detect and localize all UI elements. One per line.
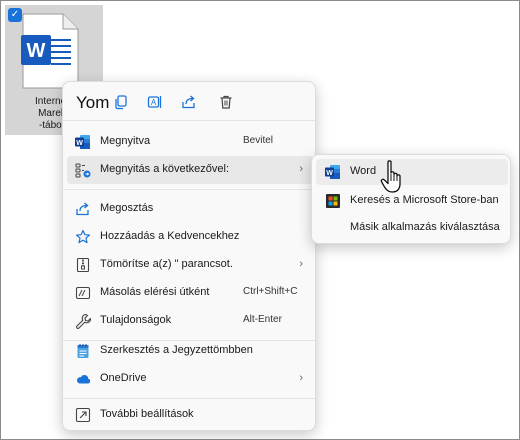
menu-item-open[interactable]: W Megnyitva Bevitel (67, 128, 313, 156)
menu-item-label: További beállítások (100, 408, 194, 420)
chevron-right-icon: › (299, 163, 303, 175)
menu-item-onedrive[interactable]: OneDrive › (67, 365, 313, 393)
checkbox-checked-icon[interactable]: ✓ (8, 8, 22, 22)
star-icon (75, 229, 91, 244)
submenu-item-choose-app[interactable]: Másik alkalmazás kiválasztása (316, 215, 508, 241)
notepad-icon (77, 344, 89, 358)
svg-text:W: W (27, 40, 46, 62)
menu-item-label: Megnyitás a következővel: (100, 163, 230, 175)
hand-cursor-icon (380, 160, 401, 193)
svg-text:W: W (326, 170, 333, 177)
svg-text:A: A (151, 98, 157, 107)
menu-item-properties[interactable]: Tulajdonságok Alt-Enter (67, 307, 313, 335)
wrench-icon (76, 313, 91, 329)
menu-item-label: Megnyitva (100, 135, 151, 147)
submenu-item-label: Másik alkalmazás kiválasztása (350, 221, 500, 233)
menu-item-label: Tulajdonságok (100, 314, 172, 326)
svg-text:W: W (76, 140, 83, 147)
onedrive-icon (77, 375, 91, 384)
share-icon[interactable] (181, 94, 197, 110)
menu-item-label: Tömörítse a(z) " parancsot. (100, 258, 233, 270)
menu-item-compress[interactable]: Tömörítse a(z) " parancsot. › (67, 251, 313, 279)
menu-item-add-favorites[interactable]: Hozzáadás a Kedvencekhez (67, 223, 313, 251)
file-name-header: Yom (76, 93, 110, 112)
open-with-submenu: W Word Keresés a Microsoft Store-ban Más… (311, 154, 511, 244)
submenu-item-label: Keresés a Microsoft Store-ban (350, 194, 499, 206)
word-icon: W (325, 165, 340, 179)
rename-icon[interactable]: A (147, 94, 163, 110)
menu-divider (63, 120, 315, 121)
chevron-right-icon: › (299, 372, 303, 384)
menu-item-shortcut: Bevitel (243, 135, 274, 146)
menu-item-shortcut: Ctrl+Shift+C (243, 286, 298, 297)
submenu-item-store-search[interactable]: Keresés a Microsoft Store-ban (316, 188, 508, 214)
context-menu-header: Yom A (63, 82, 315, 120)
menu-item-label: OneDrive (100, 372, 147, 384)
menu-item-edit-notepad[interactable]: Szerkesztés a Jegyzettömbben (67, 337, 313, 365)
word-document-icon: W (21, 13, 79, 89)
word-icon: W (75, 135, 90, 149)
context-menu: Yom A W Megnyitva Bevitel Megnyitás a kö… (62, 81, 316, 431)
menu-item-label: Másolás elérési útként (100, 286, 210, 298)
copy-icon[interactable] (113, 94, 129, 110)
menu-item-share[interactable]: Megosztás (67, 195, 313, 223)
share-icon (76, 202, 89, 216)
menu-divider (63, 189, 315, 190)
menu-divider (63, 398, 315, 399)
menu-item-shortcut: Alt-Enter (243, 314, 282, 325)
copy-path-icon (75, 286, 91, 300)
submenu-item-word[interactable]: W Word (316, 159, 508, 185)
zip-icon (76, 257, 90, 273)
more-options-icon (75, 407, 91, 423)
menu-item-open-with[interactable]: Megnyitás a következővel: › (67, 156, 313, 184)
menu-item-label: Szerkesztés a Jegyzettömbben (100, 344, 253, 356)
submenu-item-label: Word (350, 165, 377, 177)
trash-icon[interactable] (218, 94, 234, 110)
chevron-right-icon: › (299, 258, 303, 270)
store-icon (326, 194, 340, 208)
menu-item-label: Hozzáadás a Kedvencekhez (100, 230, 240, 242)
menu-item-more-options[interactable]: További beállítások (67, 401, 313, 429)
menu-item-label: Megosztás (100, 202, 154, 214)
open-with-icon (75, 163, 91, 178)
menu-item-copy-path[interactable]: Másolás elérési útként Ctrl+Shift+C (67, 279, 313, 307)
